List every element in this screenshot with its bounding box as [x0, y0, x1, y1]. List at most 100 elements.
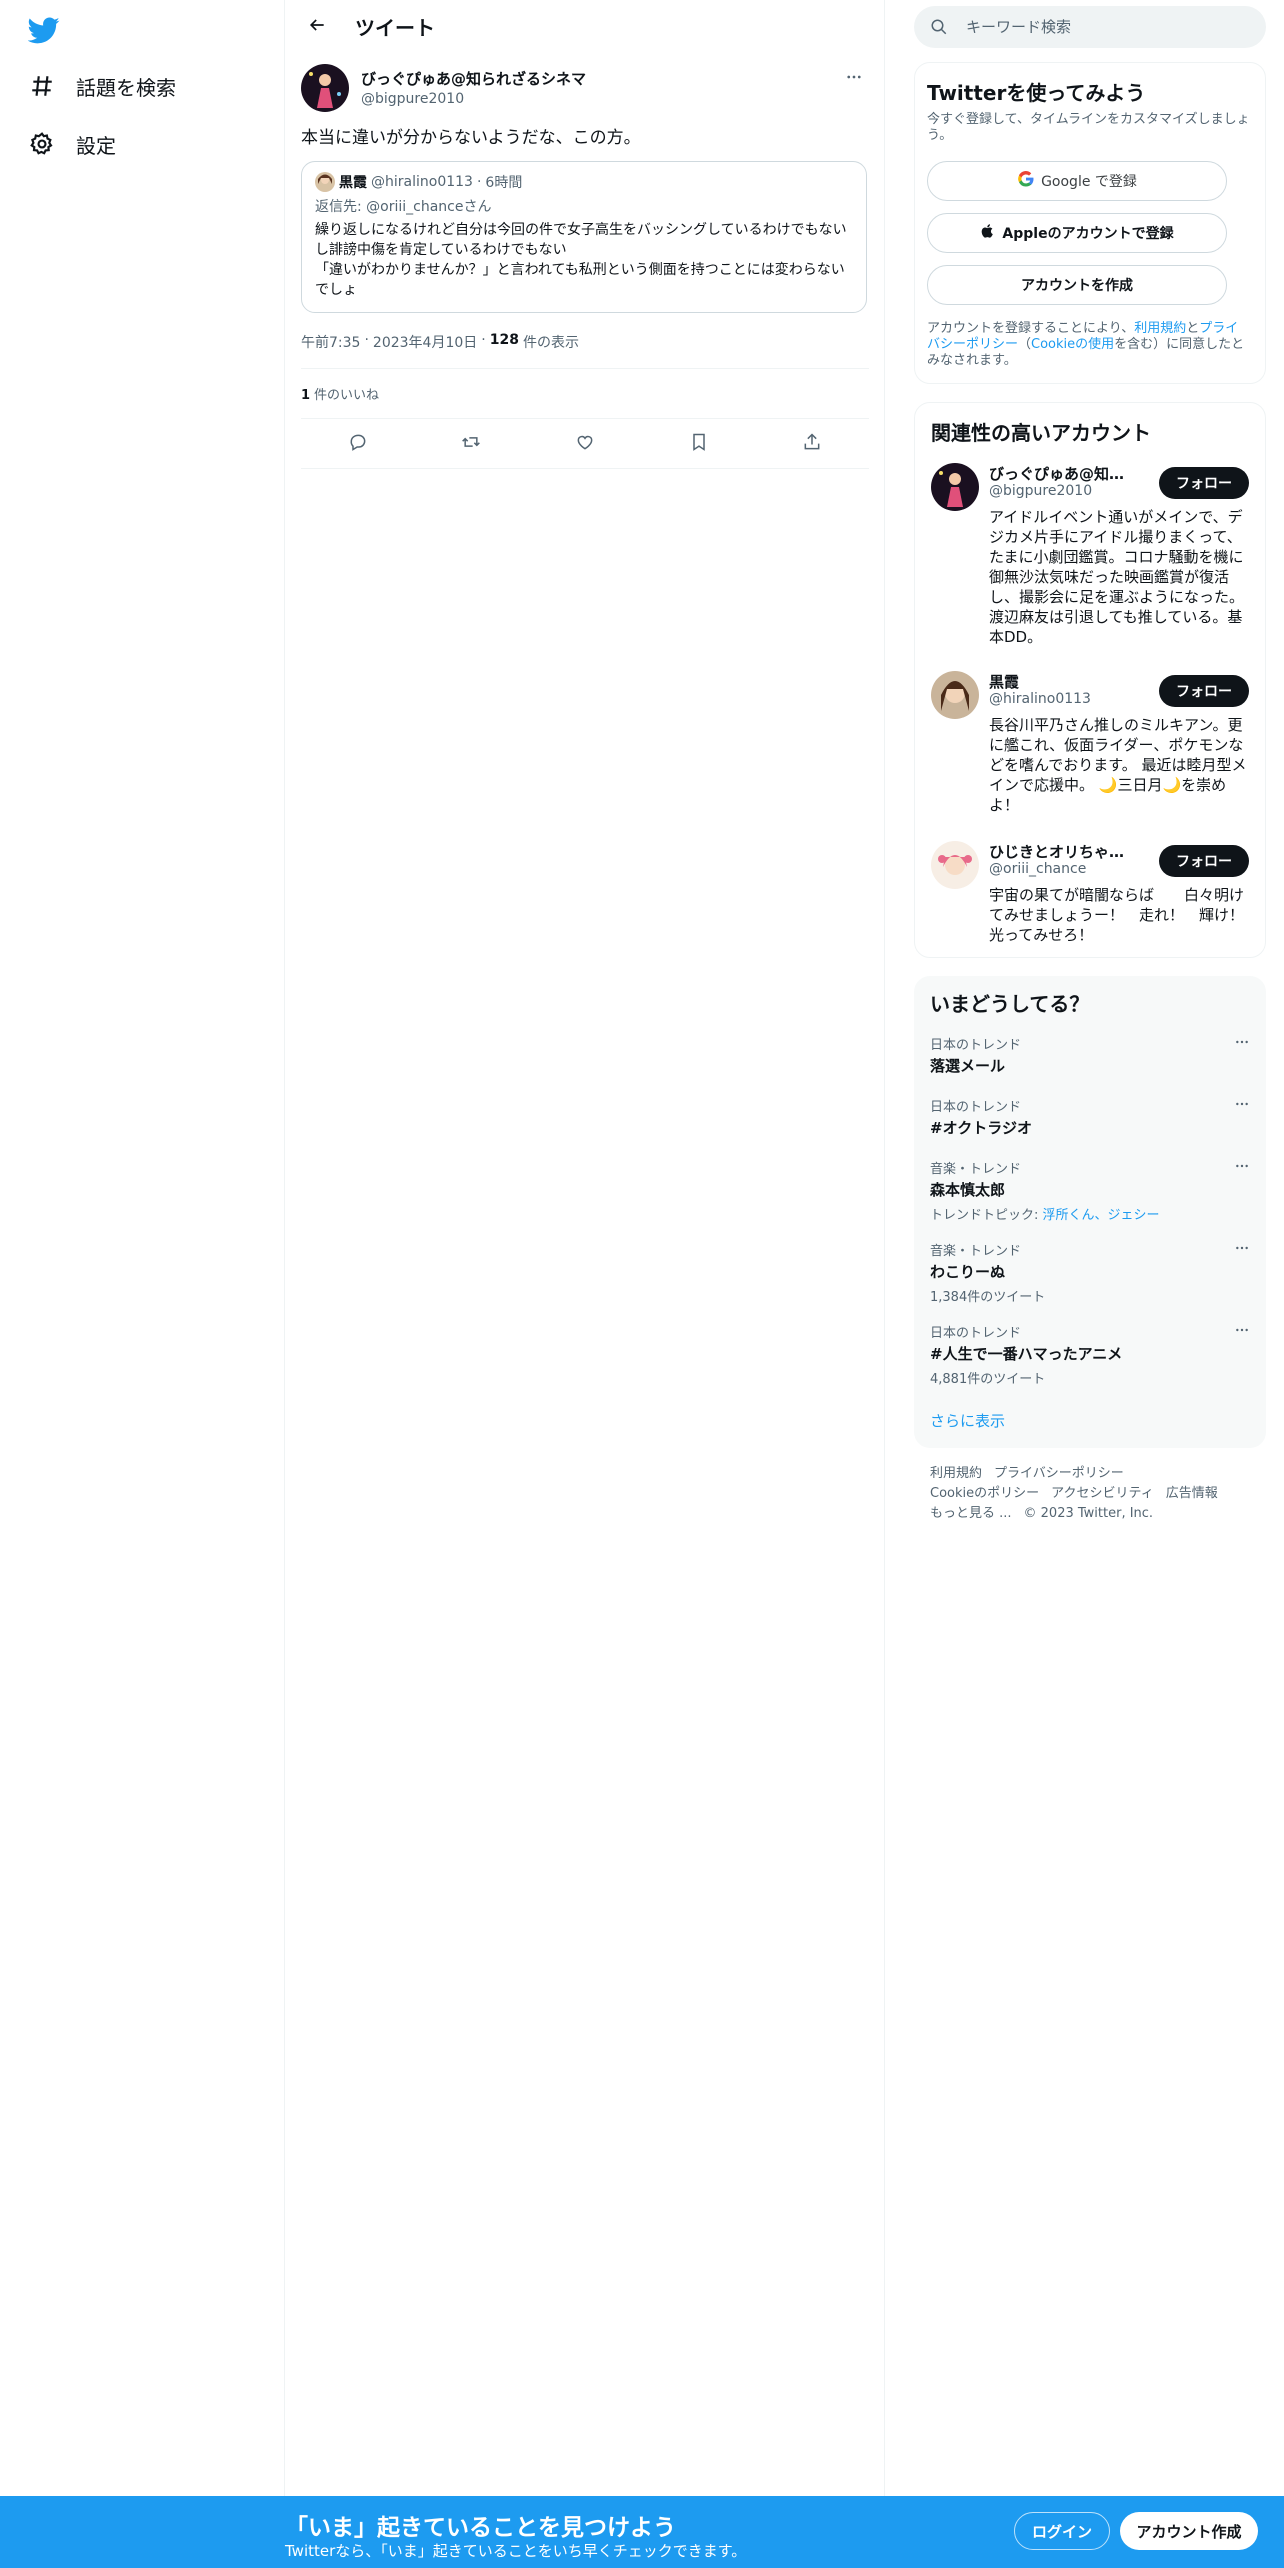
views-label: 件の表示 — [522, 335, 579, 351]
quoted-tweet[interactable]: 黒霞 @hiralino0113 · 6時間 返信先: @oriii_chanc… — [301, 161, 867, 313]
views-count: 128 — [489, 332, 519, 348]
tweet-date[interactable]: 2023年4月10日 — [373, 332, 477, 352]
like-button[interactable] — [567, 426, 603, 462]
tweet-actions — [301, 420, 869, 468]
arrow-left-icon — [307, 15, 327, 39]
trend-name: 落選メール — [930, 1057, 1006, 1075]
signup-button[interactable]: アカウント作成 — [1120, 2512, 1258, 2550]
main-header: ツイート — [285, 0, 885, 53]
follow-button[interactable]: フォロー — [1159, 845, 1249, 877]
avatar — [315, 172, 335, 192]
search-input[interactable] — [966, 18, 1246, 36]
twitter-bird-icon[interactable] — [27, 14, 60, 46]
trend-item[interactable]: 日本のトレンド #オクトラジオ — [930, 1096, 1250, 1138]
quote-author-name: 黒霞 — [339, 175, 367, 191]
signup-card: Twitterを使ってみよう 今すぐ登録して、タイムラインをカスタマイズしましょ… — [914, 62, 1266, 384]
related-title: 関連性の高いアカウント — [931, 421, 1151, 445]
nav-explore[interactable]: 話題を検索 — [28, 60, 176, 112]
trend-context: 日本のトレンド — [930, 1100, 1022, 1115]
hashtag-icon — [28, 72, 56, 100]
trend-context: 音楽・トレンド — [930, 1244, 1022, 1259]
bottom-signup-bar: 「いま」起きていることを見つけよう Twitterなら、「いま」起きていることを… — [0, 2496, 1284, 2568]
terms-link[interactable]: 利用規約 — [1134, 321, 1186, 336]
trend-context: 日本のトレンド — [930, 1326, 1022, 1341]
trend-context: 音楽・トレンド — [930, 1162, 1022, 1177]
trend-item[interactable]: 音楽・トレンド わこりーぬ 1,384件のツイート — [930, 1240, 1250, 1305]
related-name[interactable]: 黒霞 — [989, 671, 1139, 692]
reply-icon — [348, 432, 368, 456]
related-handle: @oriii_chance — [989, 861, 1087, 877]
related-name[interactable]: びっぐぴゅあ@知られざるシネマ — [989, 463, 1139, 484]
tweet-author[interactable]: びっぐぴゅあ@知られざるシネマ @bigpure2010 — [361, 68, 586, 107]
show-more-link[interactable]: さらに表示 — [930, 1410, 1005, 1431]
signup-title: Twitterを使ってみよう — [927, 81, 1146, 105]
more-icon[interactable] — [1234, 1240, 1250, 1260]
main-column: ツイート びっぐぴゅあ@知られざるシネマ @bigpure2010 本当に違いが… — [285, 0, 885, 2496]
footer-link[interactable]: Cookieのポリシー — [930, 1484, 1039, 1504]
footer-link[interactable]: もっと見る ... — [930, 1504, 1012, 1524]
search-bar[interactable] — [914, 6, 1266, 48]
search-icon — [930, 18, 948, 36]
create-account-label: アカウントを作成 — [1021, 278, 1133, 294]
nav-settings[interactable]: 設定 — [28, 118, 116, 170]
more-icon — [845, 68, 863, 91]
follow-button[interactable]: フォロー — [1159, 675, 1249, 707]
legal-text: と — [1186, 321, 1200, 336]
bookmark-button[interactable] — [681, 426, 717, 462]
related-name[interactable]: ひじきとオリちゃん(ひじきの人) — [989, 841, 1139, 862]
related-bio: アイドルイベント通いがメインで、デジカメ片手にアイドル撮りまくって、たまに小劇団… — [989, 508, 1245, 646]
author-handle[interactable]: @bigpure2010 — [361, 91, 586, 107]
trend-name: #人生で一番ハマったアニメ — [930, 1345, 1123, 1363]
more-icon[interactable] — [1234, 1096, 1250, 1116]
apple-icon — [980, 223, 996, 243]
avatar[interactable] — [931, 463, 979, 511]
trends-card: いまどうしてる？ 日本のトレンド 落選メール 日本のトレンド #オクトラジオ 音… — [914, 976, 1266, 1448]
trend-item[interactable]: 日本のトレンド 落選メール — [930, 1034, 1250, 1076]
google-icon — [1017, 170, 1035, 192]
likes-link[interactable]: 1 件のいいね — [301, 384, 379, 403]
trend-topics-link[interactable]: 浮所くん、ジェシー — [1043, 1208, 1160, 1223]
reply-button[interactable] — [340, 426, 376, 462]
avatar[interactable] — [301, 64, 349, 112]
tweet-time[interactable]: 午前7:35 — [301, 332, 360, 352]
tweet-text: 本当に違いが分からないようだな、この方。 — [301, 128, 641, 148]
login-button[interactable]: ログイン — [1014, 2512, 1110, 2550]
more-icon[interactable] — [1234, 1322, 1250, 1342]
footer-link[interactable]: 広告情報 — [1166, 1484, 1218, 1504]
footer-link[interactable]: プライバシーポリシー — [994, 1464, 1124, 1484]
trend-context: 日本のトレンド — [930, 1038, 1022, 1053]
footer-link[interactable]: アクセシビリティ — [1051, 1484, 1154, 1504]
more-options-button[interactable] — [839, 64, 869, 94]
apple-signup-button[interactable]: Appleのアカウントで登録 — [927, 213, 1227, 253]
signup-legal: アカウントを登録することにより、利用規約とプライバシーポリシー（Cookieの使… — [927, 321, 1247, 369]
trend-item[interactable]: 音楽・トレンド 森本慎太郎 トレンドトピック: 浮所くん、ジェシー — [930, 1158, 1250, 1223]
trends-title: いまどうしてる？ — [930, 992, 1090, 1016]
copyright: © 2023 Twitter, Inc. — [1023, 1506, 1154, 1521]
back-button[interactable] — [299, 9, 335, 45]
more-icon[interactable] — [1234, 1158, 1250, 1178]
related-bio: 宇宙の果てが暗闇ならば 白々明けてみせましょうー！ 走れ！ 輝け！光ってみせろ！ — [989, 886, 1245, 944]
avatar[interactable] — [931, 841, 979, 889]
avatar[interactable] — [931, 671, 979, 719]
separator-dot: · — [476, 174, 482, 190]
share-button[interactable] — [794, 426, 830, 462]
quote-header: 黒霞 @hiralino0113 · 6時間 — [315, 172, 853, 192]
trend-name: 森本慎太郎 — [930, 1181, 1006, 1199]
footer-link[interactable]: 利用規約 — [930, 1464, 982, 1484]
bottom-bar-title: 「いま」起きていることを見つけよう — [285, 2515, 676, 2541]
google-signup-button[interactable]: Google で登録 — [927, 161, 1227, 201]
author-name[interactable]: びっぐぴゅあ@知られざるシネマ — [361, 68, 586, 89]
related-bio: 長谷川平乃さん推しのミルキアン。更に艦これ、仮面ライダー、ポケモンなどを嗜んでお… — [989, 716, 1247, 814]
likes-label: 件のいいね — [314, 388, 380, 403]
trend-item[interactable]: 日本のトレンド #人生で一番ハマったアニメ 4,881件のツイート — [930, 1322, 1250, 1387]
related-accounts-card: 関連性の高いアカウント びっぐぴゅあ@知られざるシネマ @bigpure2010… — [914, 402, 1266, 958]
nav-explore-label: 話題を検索 — [76, 75, 176, 100]
create-account-button[interactable]: アカウントを作成 — [927, 265, 1227, 305]
retweet-button[interactable] — [453, 426, 489, 462]
related-handle: @hiralino0113 — [989, 691, 1091, 707]
divider — [301, 468, 869, 469]
cookie-link[interactable]: Cookieの使用 — [1031, 337, 1114, 352]
more-icon[interactable] — [1234, 1034, 1250, 1054]
follow-button[interactable]: フォロー — [1159, 467, 1249, 499]
trend-topics-label: トレンドトピック: — [930, 1208, 1043, 1223]
